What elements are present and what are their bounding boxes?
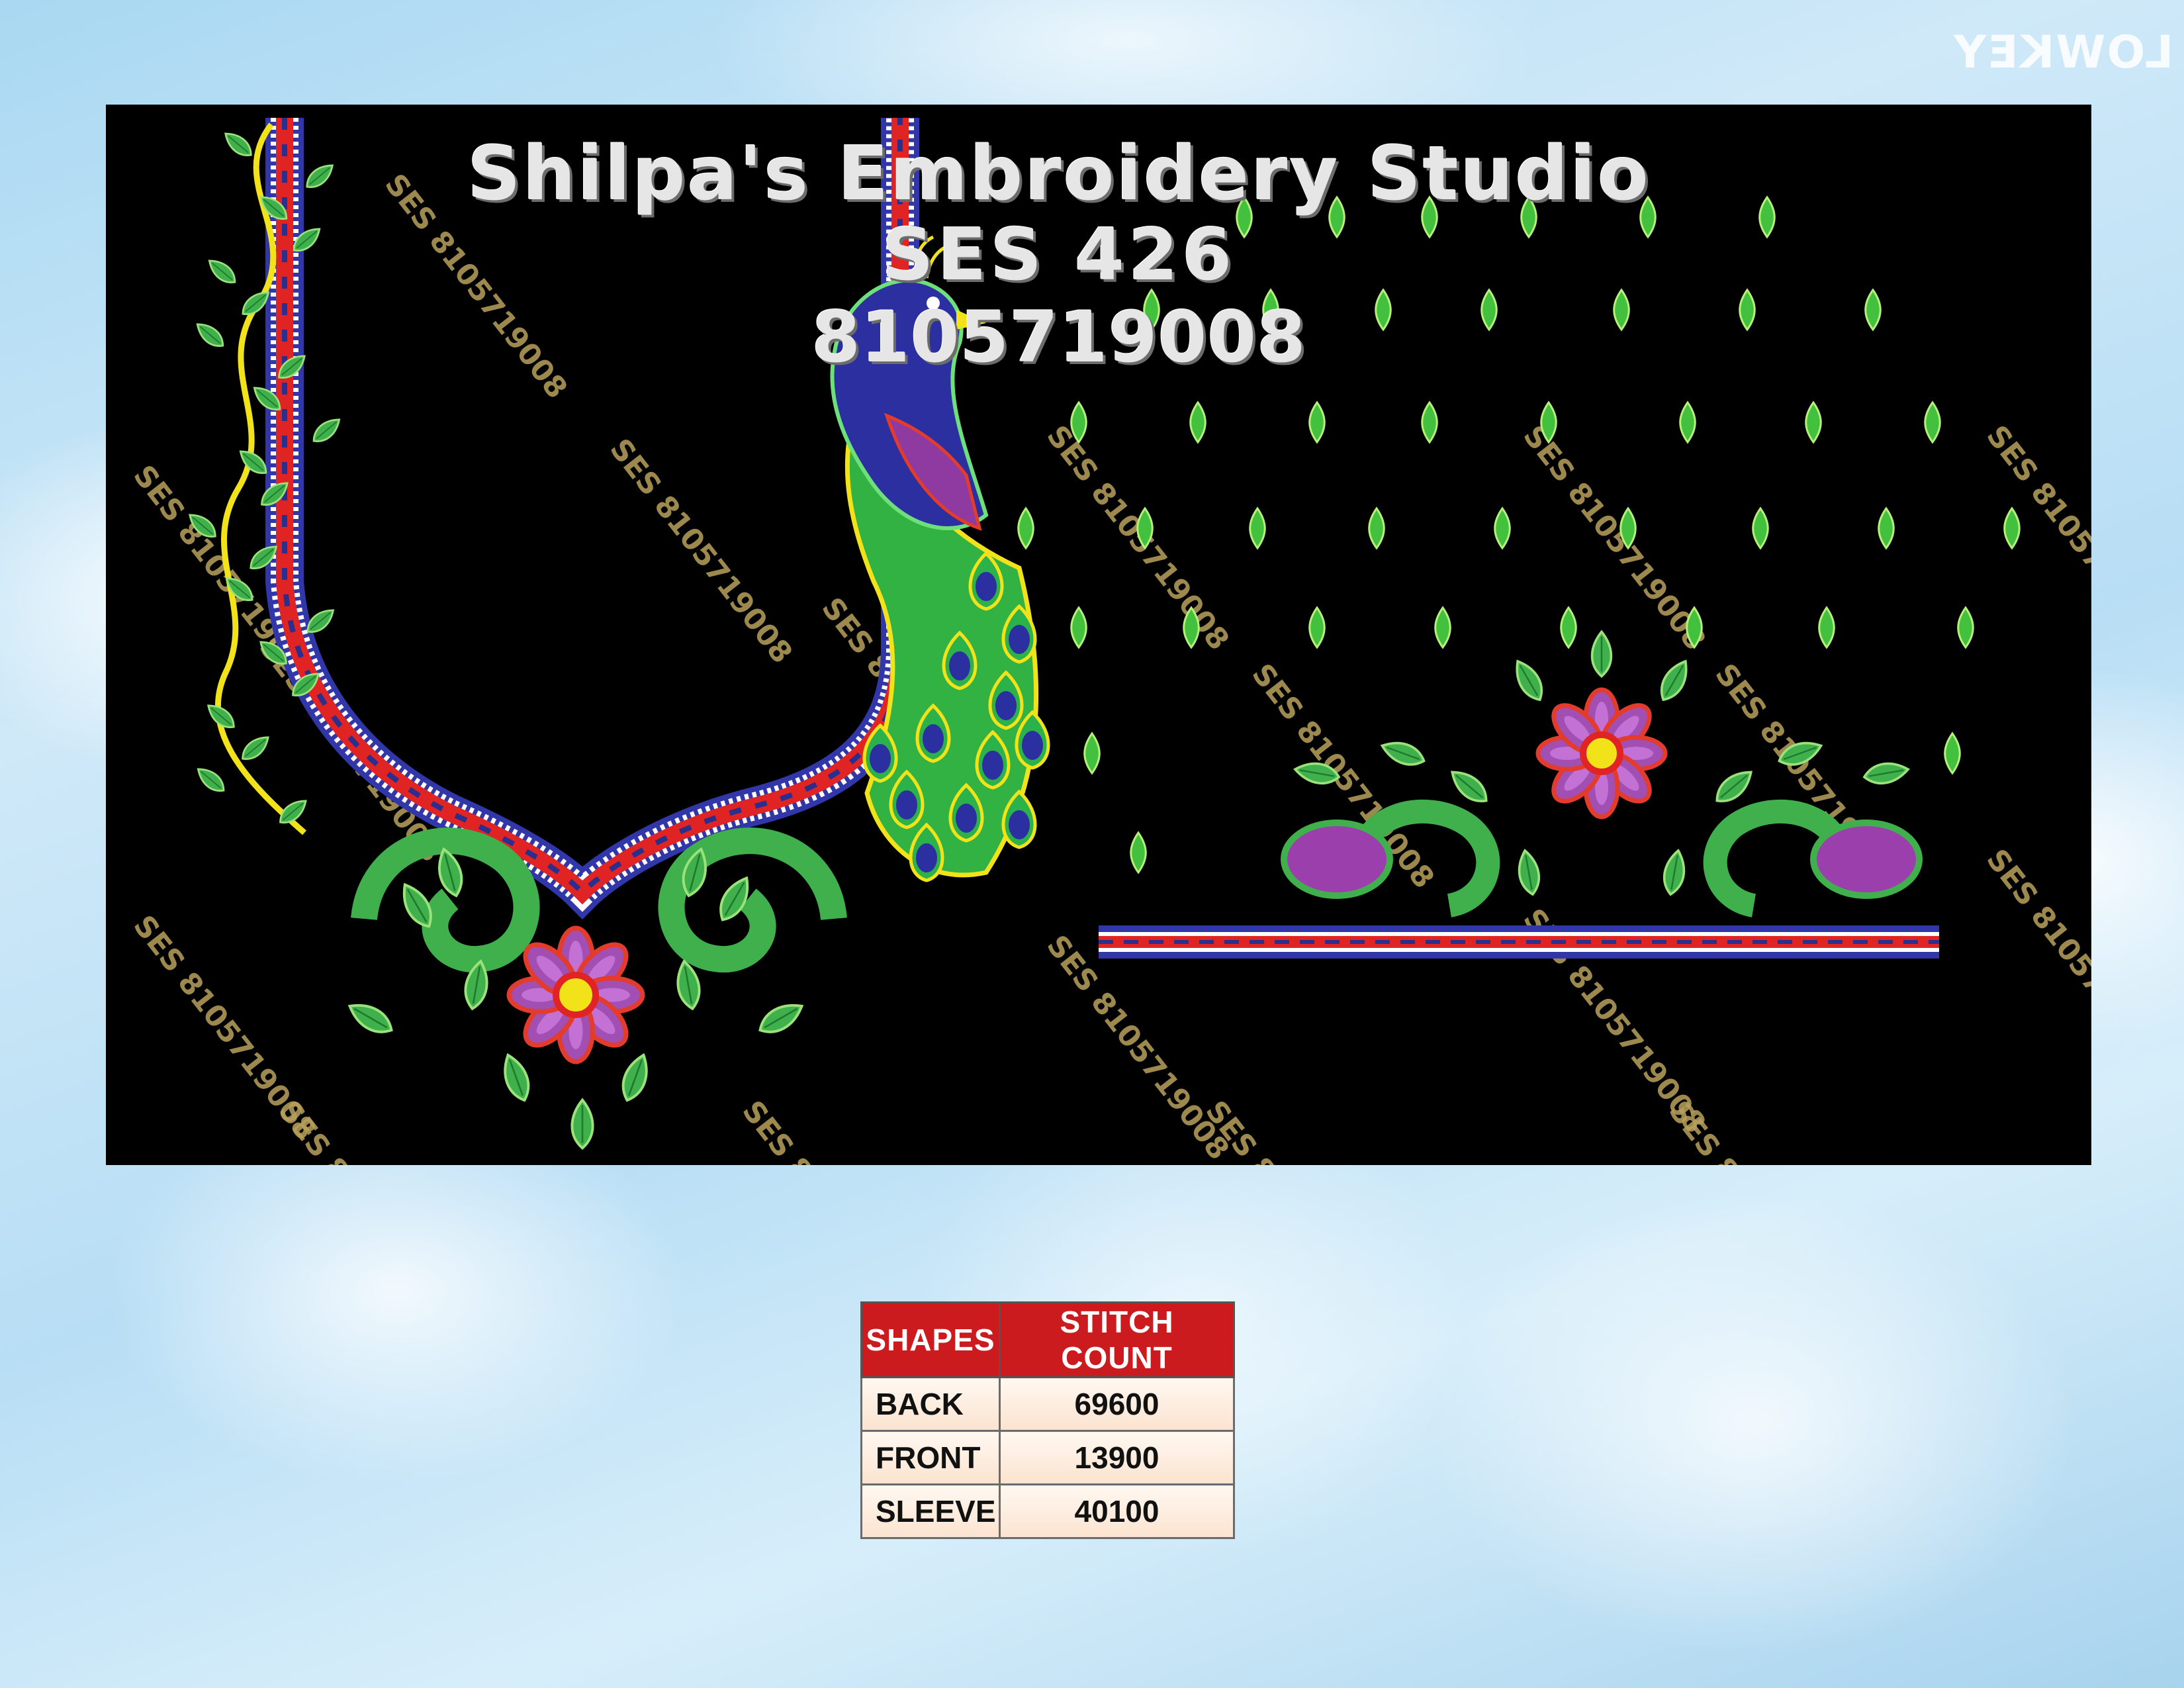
leaf-drop-icon [2003,507,2021,549]
leaf-drop-icon [1130,831,1147,874]
leaf-drop-icon [1878,507,1895,549]
watermark-text: SES 8105719008 [1979,843,2091,1080]
table-row: SLEEVE 40100 [860,1483,1235,1539]
leaf-icon [615,1050,655,1105]
watermark-text: SES 8105719008 [1040,929,1236,1165]
shape-name: FRONT [860,1430,1001,1485]
table-header-row: SHAPES STITCH COUNT [860,1301,1235,1378]
stitch-count-value: 69600 [999,1376,1235,1432]
design-code: SES 426 [882,214,1236,297]
leaf-icon [1508,655,1550,706]
leaf-drop-icon [1070,606,1087,649]
leaf-icon [1861,759,1911,788]
sleeve-border-band-icon [1099,925,1939,959]
leaf-drop-icon [1494,507,1511,549]
column-header-stitch-count: STITCH COUNT [999,1301,1235,1378]
watermark-text: SES 8105719008 [126,909,322,1146]
leaf-icon [1590,630,1613,678]
front-flower-motif-icon [1281,630,1923,917]
leaf-drop-icon [1368,507,1385,549]
shape-name: BACK [860,1376,1001,1432]
watermark-text: SES 8105719008 [1979,419,2091,656]
studio-name: Shilpa's Embroidery Studio [467,131,1651,217]
leaf-icon [496,1050,536,1105]
leaf-drop-icon [1189,401,1206,444]
column-header-shapes: SHAPES [860,1301,1001,1378]
corner-logo-mark: LOWKEY [1952,26,2174,79]
leaf-icon [1377,735,1429,771]
leaf-icon [1709,763,1758,810]
leaf-drop-icon [1924,401,1941,444]
leaf-icon [343,996,398,1041]
table-row: BACK 69600 [860,1376,1235,1432]
leaf-drop-icon [1957,606,1974,649]
leaf-drop-icon [1308,401,1326,444]
leaf-drop-icon [1017,507,1034,549]
leaf-icon [1660,847,1689,898]
leaf-drop-icon [1560,606,1577,649]
leaf-drop-icon [1083,732,1101,774]
leaf-icon [753,996,809,1041]
embroidery-design-panel: SES 8105719008SES 8105719008SES 81057190… [106,105,2091,1165]
watermark-text: SES 8105719008 [735,1094,931,1165]
watermark-text: SES 8105719008 [1199,1094,1394,1165]
phone-number: 8105719008 [811,297,1306,378]
stitch-count-value: 40100 [999,1483,1235,1539]
leaf-icon [1514,847,1543,898]
leaf-drop-icon [1679,401,1696,444]
watermark-text: SES 8105719008 [1662,1094,1858,1165]
shape-name: SLEEVE [860,1483,1001,1539]
leaf-icon [1653,655,1696,706]
stitch-count-value: 13900 [999,1430,1235,1485]
watermark-text: SES 8105719008 [1040,419,1236,656]
stitch-count-table: SHAPES STITCH COUNT BACK 69600 FRONT 139… [860,1301,1235,1539]
leaf-drop-icon [1752,507,1769,549]
leaf-drop-icon [1421,401,1438,444]
table-row: FRONT 13900 [860,1430,1235,1485]
leaf-icon [1445,763,1494,810]
leaf-drop-icon [1805,401,1822,444]
leaf-drop-icon [1434,606,1451,649]
leaf-drop-icon [1818,606,1835,649]
leaf-drop-icon [1944,732,1961,774]
leaf-icon [570,1098,594,1150]
watermark-text: SES 8105719008 [603,432,799,669]
leaf-drop-icon [1249,507,1266,549]
vine-leaf-icon [308,413,345,447]
watermark-text: SES 8105719008 [1516,419,1712,656]
leaf-drop-icon [1308,606,1326,649]
vine-leaf-icon [237,731,274,765]
vine-leaf-icon [193,763,230,797]
